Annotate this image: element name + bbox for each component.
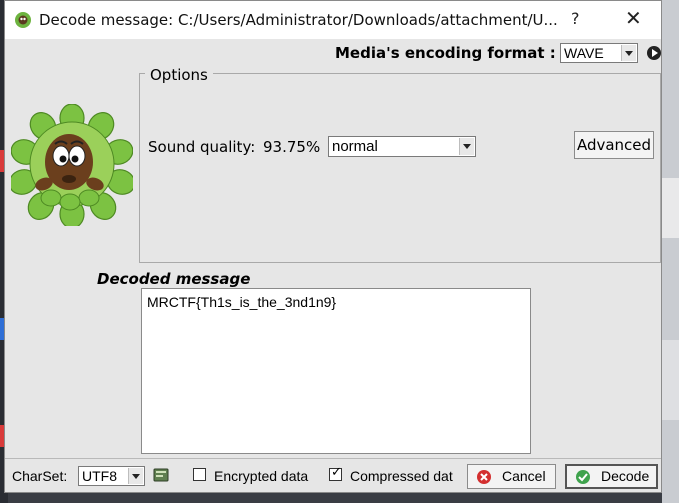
decoded-message-textarea[interactable]: MRCTF{Th1s_is_the_3nd1n9} (141, 288, 531, 454)
chevron-down-icon (128, 468, 143, 484)
encrypted-data-checkbox[interactable] (193, 468, 206, 481)
cancel-label: Cancel (502, 468, 546, 484)
cancel-button[interactable]: Cancel (467, 464, 556, 489)
sound-quality-select[interactable]: normal (328, 136, 476, 157)
decoded-message-label: Decoded message (97, 270, 251, 288)
chevron-down-icon (621, 45, 636, 61)
background-panel (662, 178, 679, 238)
footer-divider (5, 458, 661, 459)
encoding-format-value: WAVE (564, 45, 604, 61)
background-window-edge (662, 0, 679, 503)
close-button[interactable]: ✕ (625, 6, 642, 30)
decoded-message-text: MRCTF{Th1s_is_the_3nd1n9} (147, 294, 337, 310)
background-panel-2 (662, 340, 679, 420)
encoding-format-select[interactable]: WAVE (560, 43, 638, 63)
decode-dialog: Decode message: C:/Users/Administrator/D… (4, 0, 662, 493)
decode-check-icon (576, 470, 590, 484)
charset-value: UTF8 (82, 468, 117, 484)
encoding-format-label: Media's encoding format : (335, 44, 556, 62)
charset-label: CharSet: (12, 468, 68, 484)
options-legend: Options (145, 66, 213, 84)
play-icon[interactable] (647, 46, 661, 60)
character-avatar (11, 104, 133, 226)
advanced-button[interactable]: Advanced (574, 131, 654, 159)
decode-button[interactable]: Decode (565, 464, 658, 489)
charset-select[interactable]: UTF8 (78, 466, 145, 486)
options-group (139, 73, 661, 263)
app-leaf-icon (15, 12, 31, 28)
compressed-data-checkbox[interactable]: ✓ (329, 465, 342, 481)
chevron-down-icon (459, 138, 474, 155)
decode-label: Decode (601, 468, 650, 484)
window-title: Decode message: C:/Users/Administrator/D… (39, 11, 558, 29)
help-button[interactable]: ? (571, 9, 580, 28)
compressed-data-label: Compressed dat (350, 468, 453, 484)
sound-quality-value: 93.75% (263, 138, 321, 156)
cancel-icon (477, 470, 491, 484)
checkmark-icon: ✓ (331, 465, 342, 480)
charset-book-icon[interactable] (153, 467, 169, 483)
sound-quality-selected: normal (332, 138, 378, 155)
sound-quality-label: Sound quality: (148, 138, 256, 156)
title-bar: Decode message: C:/Users/Administrator/D… (5, 1, 661, 39)
encrypted-data-label: Encrypted data (214, 468, 309, 484)
